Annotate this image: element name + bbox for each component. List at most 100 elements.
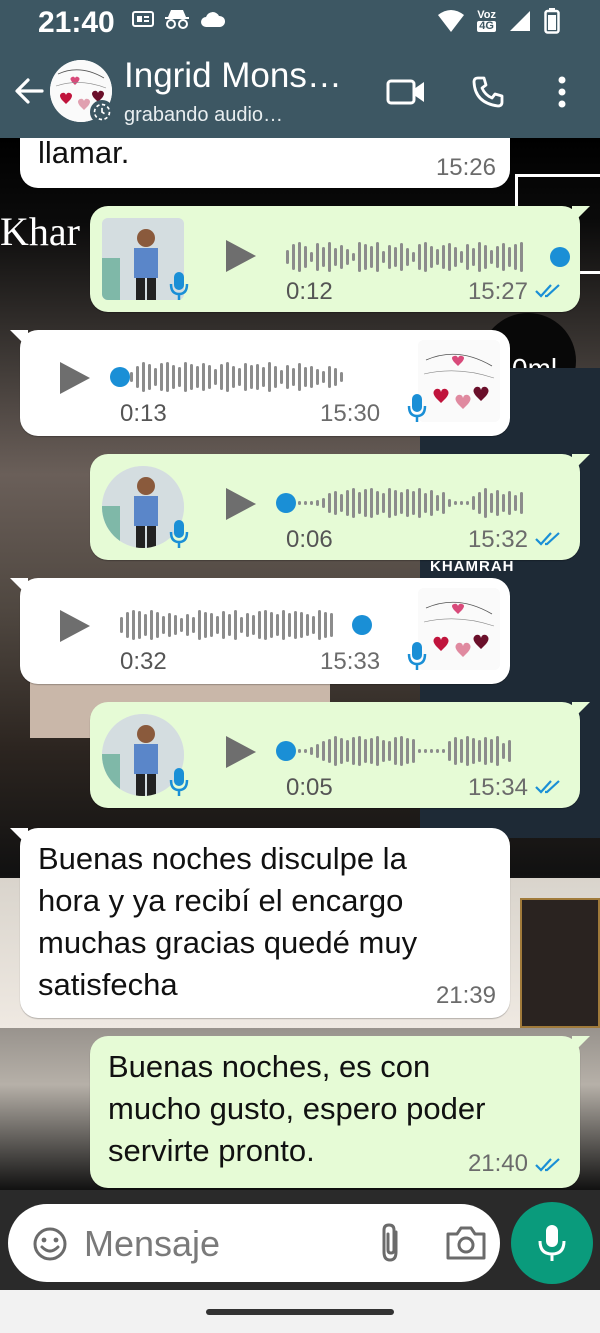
message-text: llamar.: [38, 138, 130, 170]
mic-badge-icon: [169, 520, 189, 548]
waveform-bar: [394, 490, 397, 516]
waveform-bar: [442, 492, 445, 514]
wifi-icon: [438, 10, 465, 32]
read-ticks-icon: [535, 532, 560, 546]
waveform-bar: [298, 242, 301, 272]
waveform-bar: [328, 493, 331, 513]
waveform-bar: [334, 491, 337, 515]
waveform-bar: [514, 244, 517, 270]
waveform-bar: [162, 616, 165, 634]
mic-badge-icon: [407, 394, 427, 422]
cloud-icon: [201, 12, 226, 27]
video-call-button[interactable]: [384, 70, 428, 114]
message-time: 15:30: [320, 400, 381, 427]
waveform-bar: [400, 492, 403, 514]
message-bubble-incoming[interactable]: Buenas noches disculpe la hora y ya reci…: [10, 828, 510, 1018]
waveform-bar: [306, 614, 309, 636]
waveform-bar: [222, 611, 225, 639]
composer-bar: [0, 1190, 600, 1290]
contact-status: grabando audio…: [124, 104, 284, 126]
waveform-bar: [412, 252, 415, 262]
waveform-bar: [274, 366, 277, 388]
waveform-bar: [264, 610, 267, 640]
back-arrow-icon[interactable]: [10, 72, 48, 110]
playback-knob[interactable]: [276, 493, 296, 513]
waveform-bar: [394, 247, 397, 267]
read-ticks-icon: [535, 780, 560, 794]
waveform-bar: [388, 741, 391, 761]
voice-message-outgoing[interactable]: 0:06 15:32: [90, 454, 590, 560]
message-input[interactable]: [84, 1222, 354, 1266]
play-icon[interactable]: [220, 236, 260, 276]
record-voice-button[interactable]: [511, 1202, 593, 1284]
message-bubble-incoming[interactable]: llamar. 15:26: [20, 138, 510, 188]
waveform-bar: [226, 362, 229, 392]
waveform-bar: [316, 500, 319, 506]
waveform-bar: [328, 366, 331, 388]
playback-knob[interactable]: [550, 247, 570, 267]
emoji-icon[interactable]: [30, 1224, 70, 1264]
contact-name[interactable]: Ingrid Mons…: [124, 56, 342, 96]
message-text: Buenas noches disculpe la hora y ya reci…: [38, 838, 417, 1006]
mic-icon: [538, 1225, 566, 1261]
message-bubble-outgoing[interactable]: Buenas noches, es con mucho gusto, esper…: [90, 1036, 590, 1188]
waveform-bar: [322, 247, 325, 267]
waveform-bar: [448, 741, 451, 761]
phone-icon: [472, 76, 504, 108]
waveform-bar: [436, 249, 439, 265]
network-type: Voz 4G: [477, 10, 496, 32]
waveform-bar: [490, 250, 493, 264]
waveform-bar: [478, 492, 481, 514]
contact-avatar[interactable]: [50, 60, 114, 124]
waveform: [286, 240, 523, 274]
waveform-bar: [172, 365, 175, 389]
more-options-button[interactable]: [540, 70, 584, 114]
home-indicator[interactable]: [206, 1309, 394, 1315]
waveform-bar: [136, 366, 139, 388]
waveform-bar: [340, 372, 343, 382]
play-icon[interactable]: [56, 358, 96, 398]
play-icon[interactable]: [220, 484, 260, 524]
attach-icon[interactable]: [370, 1220, 410, 1266]
playback-knob[interactable]: [110, 367, 130, 387]
play-icon[interactable]: [56, 606, 96, 646]
message-line: Buenas noches disculpe la: [38, 841, 407, 876]
waveform-bar: [460, 501, 463, 505]
waveform-bar: [370, 246, 373, 268]
waveform-bar: [382, 493, 385, 513]
waveform-bar: [298, 501, 301, 505]
voice-message-outgoing[interactable]: 0:12 15:27: [90, 206, 590, 312]
playback-knob[interactable]: [352, 615, 372, 635]
waveform-bar: [424, 749, 427, 753]
status-bar: 21:40 Voz 4G: [0, 0, 600, 50]
waveform-bar: [490, 493, 493, 513]
waveform-bar: [310, 747, 313, 755]
voice-call-button[interactable]: [466, 70, 510, 114]
waveform-bar: [406, 738, 409, 764]
waveform-bar: [382, 740, 385, 762]
message-time: 15:33: [320, 648, 381, 675]
play-icon[interactable]: [220, 732, 260, 772]
voice-message-outgoing[interactable]: 0:05 15:34: [90, 702, 590, 808]
waveform-bar: [234, 610, 237, 640]
message-composer: [8, 1204, 500, 1282]
waveform-bar: [198, 610, 201, 640]
waveform-bar: [310, 501, 313, 505]
message-time: 15:26: [435, 154, 496, 181]
voice-message-incoming[interactable]: 0:13 15:30: [10, 330, 510, 436]
waveform-bar: [252, 615, 255, 635]
waveform-bar: [460, 251, 463, 263]
waveform-bar: [478, 242, 481, 272]
waveform-bar: [484, 488, 487, 518]
sender-avatar: [418, 340, 500, 422]
camera-icon[interactable]: [444, 1222, 488, 1262]
waveform-bar: [424, 242, 427, 272]
waveform-bar: [196, 366, 199, 388]
waveform-bar: [334, 248, 337, 266]
playback-knob[interactable]: [276, 741, 296, 761]
waveform-bar: [316, 243, 319, 271]
sender-avatar: [418, 588, 500, 670]
waveform-bar: [406, 489, 409, 517]
voice-message-incoming[interactable]: 0:32 15:33: [10, 578, 510, 684]
waveform-bar: [442, 749, 445, 753]
